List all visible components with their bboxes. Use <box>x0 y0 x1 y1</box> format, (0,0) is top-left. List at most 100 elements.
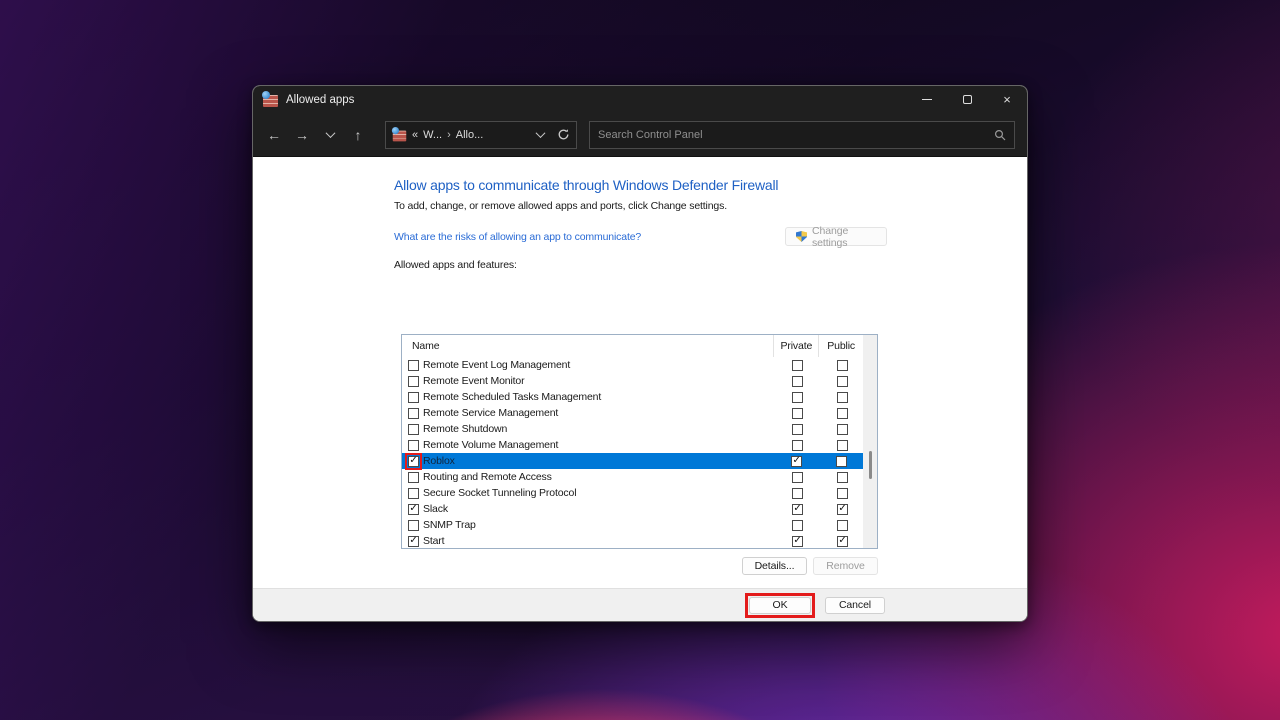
app-name: SNMP Trap <box>423 519 476 531</box>
content-area: Allow apps to communicate through Window… <box>253 157 1027 590</box>
public-checkbox[interactable] <box>837 408 848 419</box>
private-checkbox[interactable] <box>792 424 803 435</box>
app-enable-checkbox[interactable]: ✓ <box>408 536 419 547</box>
firewall-app-icon <box>263 95 278 107</box>
address-bar[interactable]: « W... › Allo... <box>385 121 577 149</box>
breadcrumb-separator: › <box>447 129 451 141</box>
app-row[interactable]: Remote Event Monitor <box>402 373 877 389</box>
ok-annotation-box: OK <box>745 593 815 618</box>
app-row[interactable]: Secure Socket Tunneling Protocol <box>402 485 877 501</box>
cancel-button[interactable]: Cancel <box>825 597 885 614</box>
private-checkbox[interactable] <box>792 472 803 483</box>
public-checkbox[interactable] <box>837 360 848 371</box>
private-checkbox[interactable] <box>792 392 803 403</box>
list-scrollbar[interactable] <box>863 335 877 548</box>
private-checkbox[interactable] <box>792 360 803 371</box>
list-label: Allowed apps and features: <box>394 259 887 271</box>
forward-button[interactable]: → <box>289 122 315 148</box>
app-row[interactable]: ✓ Slack ✓ ✓ <box>402 501 877 517</box>
close-button[interactable]: × <box>987 86 1027 113</box>
chevron-down-icon <box>325 128 335 138</box>
details-button[interactable]: Details... <box>742 557 807 575</box>
public-checkbox[interactable] <box>837 472 848 483</box>
private-checkbox[interactable] <box>792 440 803 451</box>
breadcrumb-segment-parent[interactable]: W... <box>423 129 442 141</box>
close-icon: × <box>1003 92 1011 107</box>
private-checkbox[interactable]: ✓ <box>791 456 802 467</box>
app-enable-checkbox[interactable] <box>408 360 419 371</box>
back-button[interactable]: ← <box>261 122 287 148</box>
remove-button[interactable]: Remove <box>813 557 878 575</box>
app-name: Start <box>423 535 444 547</box>
search-icon[interactable] <box>994 129 1006 141</box>
app-enable-checkbox[interactable]: ✓ <box>408 456 419 467</box>
address-dropdown-icon[interactable] <box>536 128 546 138</box>
ok-button[interactable]: OK <box>749 597 811 614</box>
app-enable-checkbox[interactable] <box>408 424 419 435</box>
app-row[interactable]: Remote Shutdown <box>402 421 877 437</box>
app-row[interactable]: Remote Service Management <box>402 405 877 421</box>
app-row[interactable]: Remote Volume Management <box>402 437 877 453</box>
private-checkbox[interactable]: ✓ <box>792 536 803 547</box>
public-checkbox[interactable] <box>836 456 847 467</box>
private-checkbox[interactable] <box>792 408 803 419</box>
app-row[interactable]: Routing and Remote Access <box>402 469 877 485</box>
change-settings-button[interactable]: Change settings <box>785 227 887 246</box>
scrollbar-thumb[interactable] <box>869 451 872 479</box>
column-header-private[interactable]: Private <box>773 335 818 357</box>
column-header-name[interactable]: Name <box>402 340 773 352</box>
breadcrumb-collapse[interactable]: « <box>412 129 418 141</box>
public-checkbox[interactable]: ✓ <box>837 536 848 547</box>
app-name: Slack <box>423 503 448 515</box>
page-description: To add, change, or remove allowed apps a… <box>394 200 887 212</box>
public-checkbox[interactable]: ✓ <box>837 504 848 515</box>
app-name: Remote Shutdown <box>423 423 507 435</box>
private-checkbox[interactable]: ✓ <box>792 504 803 515</box>
change-settings-label: Change settings <box>812 225 876 249</box>
allowed-apps-list: Name Private Public Remote Event Log Man… <box>401 334 878 549</box>
app-name: Secure Socket Tunneling Protocol <box>423 487 576 499</box>
public-checkbox[interactable] <box>837 424 848 435</box>
page-title: Allow apps to communicate through Window… <box>394 177 887 193</box>
app-enable-checkbox[interactable] <box>408 520 419 531</box>
navigation-toolbar: ← → ↑ « W... › Allo... <box>253 113 1027 157</box>
public-checkbox[interactable] <box>837 520 848 531</box>
public-checkbox[interactable] <box>837 440 848 451</box>
column-header-public[interactable]: Public <box>818 335 863 357</box>
app-name: Roblox <box>423 455 455 467</box>
private-checkbox[interactable] <box>792 520 803 531</box>
app-enable-checkbox[interactable] <box>408 472 419 483</box>
search-input[interactable] <box>598 129 988 141</box>
refresh-icon[interactable] <box>557 128 570 141</box>
public-checkbox[interactable] <box>837 488 848 499</box>
maximize-icon <box>963 95 972 104</box>
app-enable-checkbox[interactable]: ✓ <box>408 504 419 515</box>
private-checkbox[interactable] <box>792 488 803 499</box>
app-enable-checkbox[interactable] <box>408 376 419 387</box>
app-enable-checkbox[interactable] <box>408 488 419 499</box>
dialog-footer: OK Cancel <box>253 588 1027 621</box>
titlebar: Allowed apps × <box>253 86 1027 113</box>
app-row[interactable]: ✓ Roblox ✓ <box>402 453 864 469</box>
risks-link[interactable]: What are the risks of allowing an app to… <box>394 231 641 243</box>
minimize-button[interactable] <box>907 86 947 113</box>
up-icon: ↑ <box>355 127 362 143</box>
app-enable-checkbox[interactable] <box>408 392 419 403</box>
up-button[interactable]: ↑ <box>345 122 371 148</box>
private-checkbox[interactable] <box>792 376 803 387</box>
recent-pages-button[interactable] <box>317 122 343 148</box>
app-row[interactable]: Remote Scheduled Tasks Management <box>402 389 877 405</box>
app-row[interactable]: SNMP Trap <box>402 517 877 533</box>
app-name: Remote Volume Management <box>423 439 558 451</box>
app-row[interactable]: ✓ Start ✓ ✓ <box>402 533 877 548</box>
maximize-button[interactable] <box>947 86 987 113</box>
public-checkbox[interactable] <box>837 392 848 403</box>
app-enable-checkbox[interactable] <box>408 408 419 419</box>
breadcrumb-segment-current[interactable]: Allo... <box>456 129 484 141</box>
app-enable-checkbox[interactable] <box>408 440 419 451</box>
app-row[interactable]: Remote Event Log Management <box>402 357 877 373</box>
app-name: Remote Service Management <box>423 407 558 419</box>
public-checkbox[interactable] <box>837 376 848 387</box>
search-box[interactable] <box>589 121 1015 149</box>
list-header: Name Private Public <box>402 335 877 357</box>
